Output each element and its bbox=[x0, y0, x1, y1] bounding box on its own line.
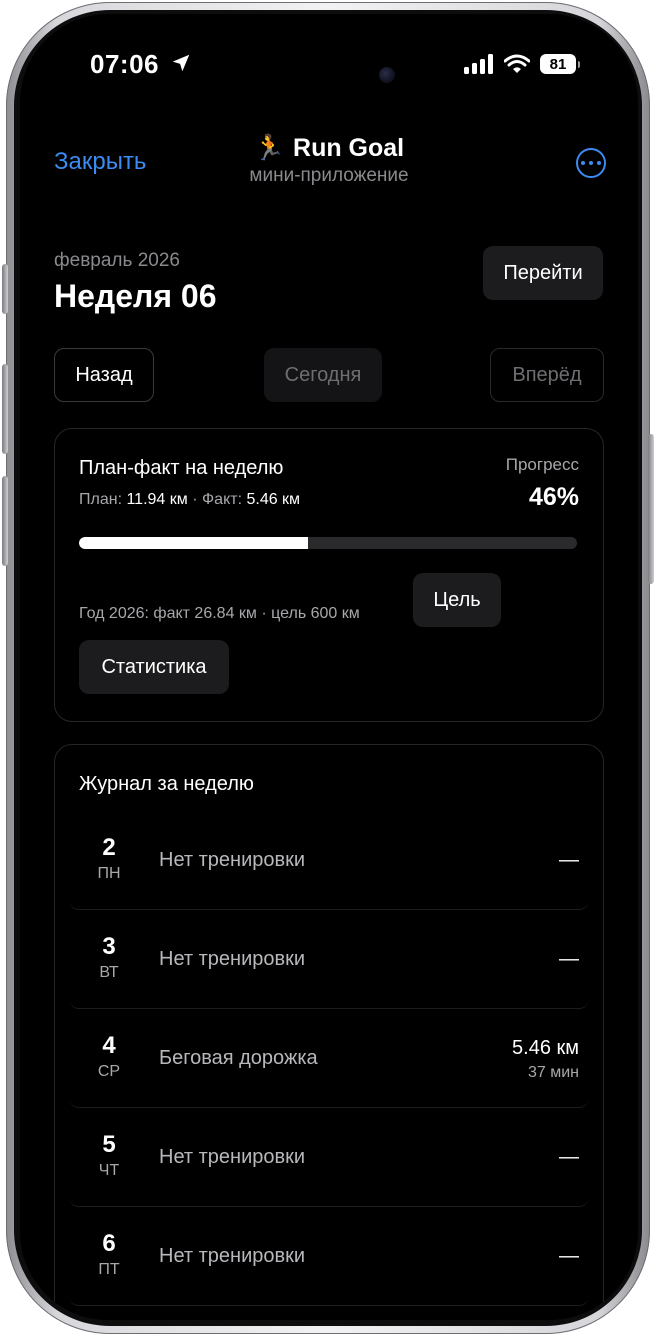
progress-value: 46% bbox=[528, 483, 579, 511]
log-weekday: ПН bbox=[97, 865, 121, 882]
location-arrow-icon bbox=[172, 54, 190, 72]
forward-button[interactable]: Вперёд bbox=[490, 348, 604, 402]
status-icons: 81 bbox=[464, 52, 580, 76]
log-activity: Нет тренировки bbox=[159, 948, 306, 970]
more-icon-dot bbox=[589, 161, 593, 165]
plan-fact-summary: План: 11.94 км · Факт: 5.46 км bbox=[79, 491, 300, 509]
log-distance: 5.46 км bbox=[512, 1037, 579, 1059]
log-row[interactable]: 6 ПТ Нет тренировки — bbox=[69, 1209, 589, 1306]
log-day-number: 4 bbox=[102, 1032, 116, 1059]
log-distance: — bbox=[559, 1245, 579, 1267]
log-result: — bbox=[559, 1146, 579, 1169]
log-day-number: 2 bbox=[102, 834, 116, 861]
log-result: — bbox=[559, 1245, 579, 1268]
app-title-block: 🏃 Run Goal мини-приложение bbox=[20, 134, 638, 187]
log-result: 5.46 км 37 мин bbox=[512, 1037, 579, 1082]
today-button[interactable]: Сегодня bbox=[264, 348, 382, 402]
action-button bbox=[2, 264, 8, 314]
log-weekday: СР bbox=[97, 1063, 121, 1080]
wifi-icon bbox=[504, 54, 530, 73]
log-day-number: 6 bbox=[102, 1230, 116, 1257]
log-title: Журнал за неделю bbox=[79, 773, 254, 795]
log-row[interactable]: 4 СР Беговая дорожка 5.46 км 37 мин bbox=[69, 1011, 589, 1108]
dynamic-island bbox=[247, 50, 417, 100]
progress-label: Прогресс bbox=[505, 455, 579, 474]
log-row[interactable]: 2 ПН Нет тренировки — bbox=[69, 813, 589, 910]
log-distance: — bbox=[559, 1146, 579, 1168]
log-activity: Беговая дорожка bbox=[159, 1047, 318, 1069]
year-summary: Год 2026: факт 26.84 км · цель 600 км bbox=[79, 605, 360, 622]
log-day: 2 ПН bbox=[83, 835, 135, 883]
app-subtitle: мини-приложение bbox=[249, 165, 409, 186]
log-day: 4 СР bbox=[83, 1033, 135, 1081]
status-time: 07:06 bbox=[90, 49, 159, 79]
fact-value: 5.46 км bbox=[246, 491, 301, 508]
month-label: февраль 2026 bbox=[54, 250, 180, 271]
log-duration: 37 мин bbox=[527, 1064, 579, 1081]
app-title: Run Goal bbox=[293, 134, 405, 162]
runner-emoji-icon: 🏃 bbox=[253, 134, 286, 162]
log-weekday: ПТ bbox=[98, 1261, 120, 1278]
battery-indicator: 81 bbox=[540, 54, 580, 74]
log-distance: — bbox=[559, 948, 579, 970]
log-activity: Нет тренировки bbox=[159, 1146, 306, 1168]
plan-label: План: bbox=[79, 491, 123, 508]
log-distance: — bbox=[559, 849, 579, 871]
back-button[interactable]: Назад bbox=[54, 348, 154, 402]
volume-down-button bbox=[2, 476, 8, 566]
front-camera bbox=[379, 67, 395, 83]
log-row[interactable]: 3 ВТ Нет тренировки — bbox=[69, 912, 589, 1009]
log-row[interactable]: 5 ЧТ Нет тренировки — bbox=[69, 1110, 589, 1207]
log-day: 5 ЧТ bbox=[83, 1132, 135, 1180]
log-weekday: ВТ bbox=[99, 964, 119, 981]
log-day-number: 5 bbox=[102, 1131, 116, 1158]
log-day: 6 ПТ bbox=[83, 1231, 135, 1279]
power-button bbox=[648, 434, 654, 584]
separator: · bbox=[192, 491, 198, 508]
log-day-number: 3 bbox=[102, 933, 116, 960]
fact-label: Факт: bbox=[202, 491, 243, 508]
cellular-signal-icon bbox=[464, 54, 493, 74]
log-result: — bbox=[559, 849, 579, 872]
volume-up-button bbox=[2, 364, 8, 454]
log-activity: Нет тренировки bbox=[159, 1245, 306, 1267]
week-title: Неделя 06 bbox=[54, 278, 217, 314]
screen: 07:06 81 Закрыть 🏃 Run Goal мини-приложе… bbox=[20, 14, 638, 1320]
log-weekday: ЧТ bbox=[98, 1162, 120, 1179]
weekly-log-card: Журнал за неделю 2 ПН Нет тренировки — 3 ВТ Не… bbox=[54, 744, 604, 1320]
log-day: 3 ВТ bbox=[83, 934, 135, 982]
log-list: 2 ПН Нет тренировки — 3 ВТ Нет тренировки — 4 СР Б… bbox=[69, 813, 589, 1308]
log-result: — bbox=[559, 948, 579, 971]
go-to-button[interactable]: Перейти bbox=[483, 246, 603, 300]
goal-button[interactable]: Цель bbox=[413, 573, 501, 627]
more-options-button[interactable] bbox=[576, 148, 606, 178]
plan-card-title: План-факт на неделю bbox=[79, 457, 284, 479]
progress-bar-fill bbox=[79, 537, 309, 549]
more-icon-dot bbox=[581, 161, 585, 165]
progress-bar bbox=[79, 537, 577, 549]
log-activity: Нет тренировки bbox=[159, 849, 306, 871]
more-icon-dot bbox=[597, 161, 601, 165]
plan-value: 11.94 км bbox=[126, 491, 188, 508]
plan-fact-card: План-факт на неделю План: 11.94 км · Фак… bbox=[54, 428, 604, 722]
statistics-button[interactable]: Статистика bbox=[79, 640, 229, 694]
